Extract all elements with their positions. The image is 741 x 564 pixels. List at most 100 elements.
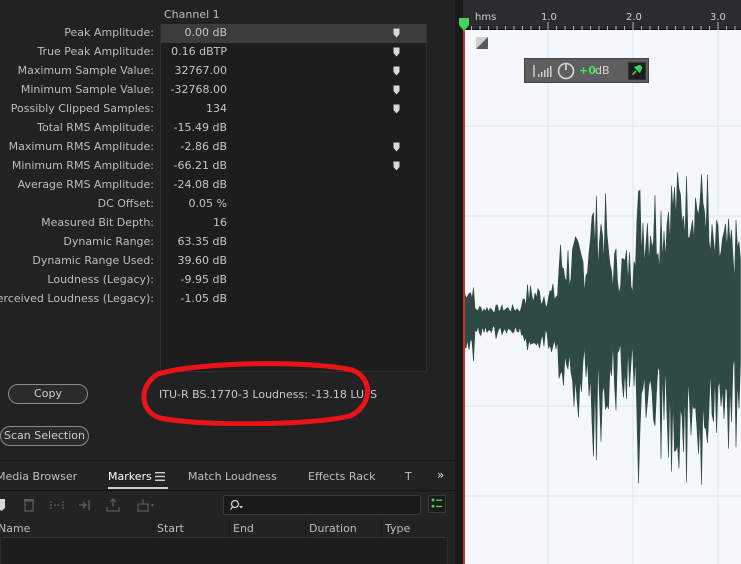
stat-value-cell: -15.49 dB <box>161 119 426 138</box>
stat-value-cell: -2.86 dB <box>161 138 426 157</box>
volume-knob-icon[interactable] <box>557 62 575 80</box>
insert-into-playlist-icon[interactable] <box>78 498 92 512</box>
go-to-icon[interactable] <box>393 161 400 171</box>
stat-row[interactable]: Dynamic Range: 63.35 dB <box>0 233 427 252</box>
heads-up-volume-display[interactable]: +0 dB <box>524 58 649 83</box>
stat-value-cell: -9.95 dB <box>161 271 426 290</box>
stat-row[interactable]: Maximum Sample Value: 32767.00 <box>0 62 427 81</box>
search-icon <box>230 499 243 510</box>
stat-label: Minimum RMS Amplitude: <box>11 159 154 172</box>
tab-media-browser[interactable]: Media Browser <box>0 470 77 483</box>
column-name[interactable]: Name <box>0 522 30 535</box>
markers-toolbar <box>0 491 455 519</box>
tab-truncated[interactable]: T <box>405 470 412 483</box>
tab-effects-rack[interactable]: Effects Rack <box>308 470 375 483</box>
stat-row[interactable]: Dynamic Range Used: 39.60 dB <box>0 252 427 271</box>
stat-row[interactable]: True Peak Amplitude: 0.16 dBTP <box>0 43 427 62</box>
volume-unit: dB <box>595 64 610 77</box>
stat-label: Dynamic Range: <box>63 235 154 248</box>
ruler-ticks <box>463 22 736 30</box>
playhead-marker-icon[interactable] <box>458 18 470 32</box>
amplitude-statistics-panel: Channel 1 Peak Amplitude: 0.00 dB True Pea… <box>0 0 445 458</box>
volume-value[interactable]: +0 <box>579 64 596 77</box>
stat-value-cell: 32767.00 <box>161 62 426 81</box>
pin-hud-icon[interactable] <box>628 62 646 80</box>
stat-value: -24.08 dB <box>173 178 228 191</box>
stat-value-cell: 16 <box>161 214 426 233</box>
column-separator <box>381 519 382 537</box>
waveform-display[interactable] <box>463 30 741 564</box>
stat-label: Perceived Loudness (Legacy): <box>0 292 154 305</box>
playhead[interactable] <box>463 18 465 564</box>
column-type[interactable]: Type <box>385 522 410 535</box>
scan-selection-button[interactable]: Scan Selection <box>0 426 89 446</box>
zoom-corner-icon[interactable] <box>476 37 488 49</box>
go-to-icon[interactable] <box>393 85 400 95</box>
stat-label: Dynamic Range Used: <box>32 254 154 267</box>
batch-process-icon[interactable] <box>136 498 156 512</box>
stat-value-cell: 0.05 % <box>161 195 426 214</box>
go-to-icon[interactable] <box>393 28 400 38</box>
stat-value-cell: 63.35 dB <box>161 233 426 252</box>
stat-label: Average RMS Amplitude: <box>17 178 154 191</box>
active-tab-indicator <box>108 487 168 489</box>
copy-button[interactable]: Copy <box>8 384 88 404</box>
tab-overflow-icon[interactable]: » <box>437 468 444 482</box>
go-to-icon[interactable] <box>393 66 400 76</box>
column-separator <box>229 519 230 537</box>
tab-markers[interactable]: Markers <box>108 470 152 483</box>
go-to-icon[interactable] <box>393 142 400 152</box>
column-end[interactable]: End <box>233 522 254 535</box>
stat-value-cell: -1.05 dB <box>161 290 426 309</box>
column-start[interactable]: Start <box>157 522 184 535</box>
time-ruler[interactable]: hms 1.0 2.0 3.0 <box>463 0 741 30</box>
stat-row[interactable]: Measured Bit Depth: 16 <box>0 214 427 233</box>
stat-value: -66.21 dB <box>173 159 228 172</box>
stat-value: 63.35 dB <box>177 235 227 248</box>
stat-value-cell: 134 <box>161 100 426 119</box>
stat-value-cell: 39.60 dB <box>161 252 426 271</box>
stat-value: -1.05 dB <box>180 292 228 305</box>
stat-value: 16 <box>213 216 227 229</box>
stat-value: -2.86 dB <box>180 140 228 153</box>
stat-row[interactable]: DC Offset: 0.05 % <box>0 195 427 214</box>
stat-value: -9.95 dB <box>180 273 228 286</box>
marker-search-input[interactable] <box>223 495 421 515</box>
stat-label: Peak Amplitude: <box>64 26 154 39</box>
go-to-icon[interactable] <box>393 47 400 57</box>
stat-row[interactable]: Peak Amplitude: 0.00 dB <box>0 24 427 43</box>
stat-label: Possibly Clipped Samples: <box>10 102 154 115</box>
stat-value: 32767.00 <box>174 64 228 77</box>
stat-row[interactable]: Minimum RMS Amplitude: -66.21 dB <box>0 157 427 176</box>
stat-row[interactable]: Maximum RMS Amplitude: -2.86 dB <box>0 138 427 157</box>
stat-value-cell: -32768.00 <box>161 81 426 100</box>
go-to-icon[interactable] <box>393 104 400 114</box>
tab-match-loudness[interactable]: Match Loudness <box>188 470 277 483</box>
stat-value: 39.60 dB <box>177 254 227 267</box>
stat-value: -15.49 dB <box>173 121 228 134</box>
filter-marker-type-icon[interactable] <box>428 495 446 513</box>
channel-column-header: Channel 1 <box>164 8 220 21</box>
trash-icon[interactable] <box>22 498 36 512</box>
merge-markers-icon[interactable] <box>50 498 64 512</box>
panel-divider[interactable] <box>455 0 463 564</box>
stat-label: Maximum RMS Amplitude: <box>8 140 154 153</box>
stat-row[interactable]: Minimum Sample Value: -32768.00 <box>0 81 427 100</box>
stat-row[interactable]: Total RMS Amplitude: -15.49 dB <box>0 119 427 138</box>
column-duration[interactable]: Duration <box>309 522 357 535</box>
hamburger-icon[interactable] <box>155 472 165 481</box>
stat-row[interactable]: Average RMS Amplitude: -24.08 dB <box>0 176 427 195</box>
stats-rows: Peak Amplitude: 0.00 dB True Peak Amplitud… <box>0 24 427 309</box>
stat-row[interactable]: Perceived Loudness (Legacy): -1.05 dB <box>0 290 427 309</box>
stat-label: DC Offset: <box>97 197 154 210</box>
markers-list[interactable] <box>0 537 448 564</box>
markers-column-headers: Name Start End Duration Type <box>0 519 455 537</box>
export-selected-icon[interactable] <box>106 498 120 512</box>
stat-value-cell: 0.16 dBTP <box>161 43 426 62</box>
markers-panel: Media Browser Markers Match Loudness Eff… <box>0 460 455 564</box>
stat-row[interactable]: Loudness (Legacy): -9.95 dB <box>0 271 427 290</box>
marker-icon[interactable] <box>0 498 12 512</box>
stat-label: Measured Bit Depth: <box>41 216 154 229</box>
waveform-path <box>463 172 741 485</box>
stat-row[interactable]: Possibly Clipped Samples: 134 <box>0 100 427 119</box>
